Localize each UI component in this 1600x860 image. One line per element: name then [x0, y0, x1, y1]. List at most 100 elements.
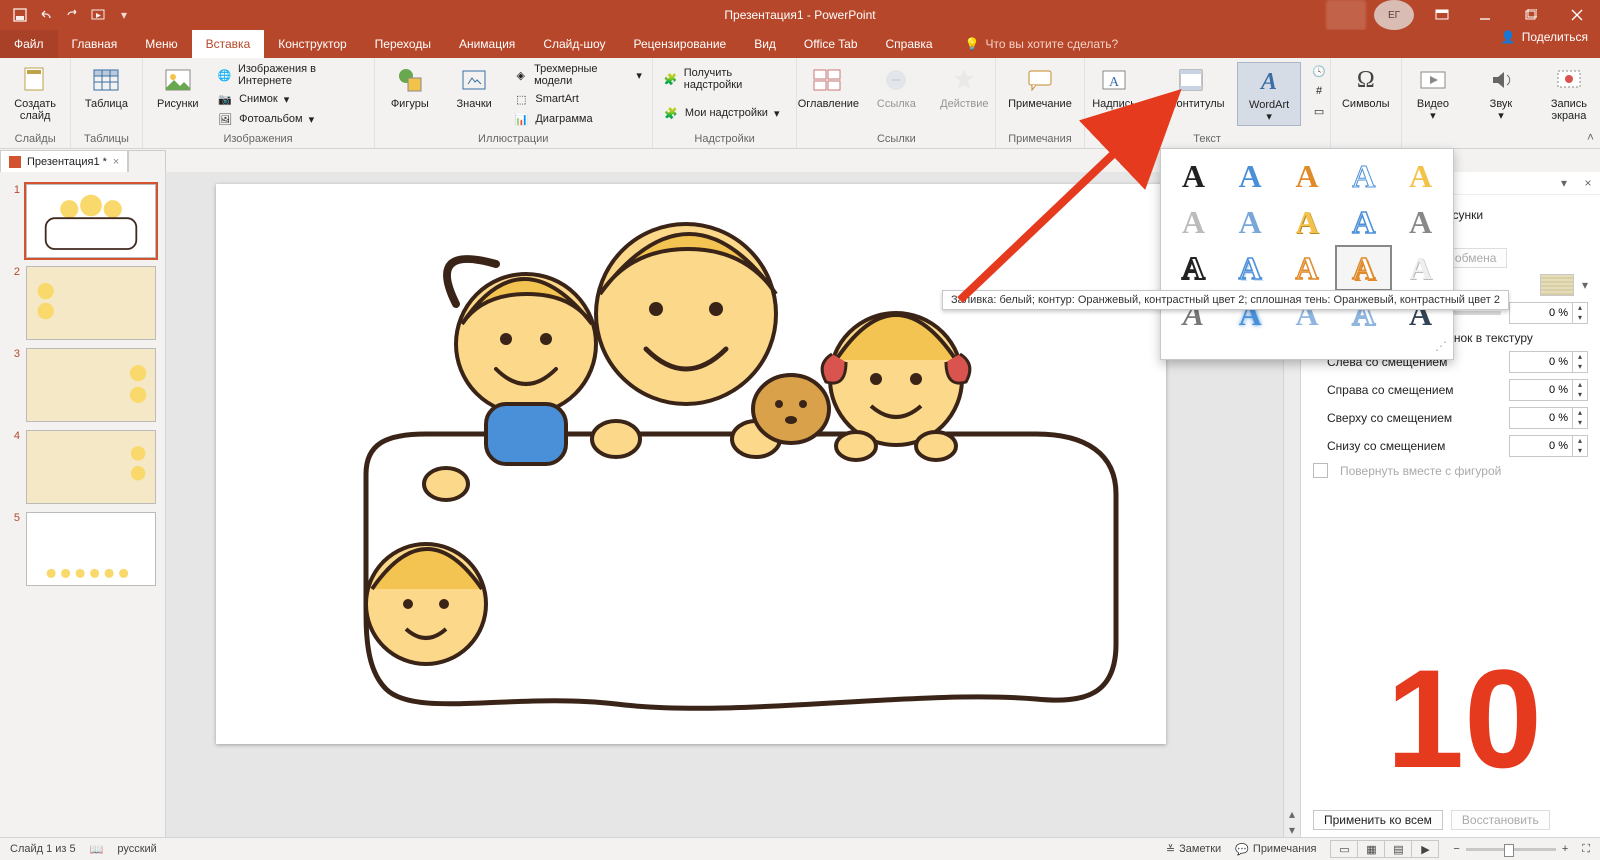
user-avatar[interactable]: ЕГ: [1374, 0, 1414, 30]
thumbnail-1[interactable]: 1: [0, 180, 165, 262]
wordart-style-14[interactable]: A: [1335, 245, 1392, 291]
tell-me[interactable]: 💡 Что вы хотите сделать?: [965, 30, 1119, 58]
thumbnail-4[interactable]: 4: [0, 426, 165, 508]
shapes-button[interactable]: Фигуры: [381, 62, 439, 112]
comments-button[interactable]: 💬 Примечания: [1235, 843, 1316, 856]
tab-insert[interactable]: Вставка: [192, 30, 265, 58]
redo-icon[interactable]: [64, 7, 80, 23]
new-document-tab[interactable]: [128, 150, 166, 173]
zoom-in-icon[interactable]: +: [1562, 843, 1568, 855]
wordart-style-5[interactable]: A: [1394, 155, 1447, 197]
chart-button[interactable]: 📊Диаграмма: [509, 110, 645, 128]
video-button[interactable]: Видео▾: [1402, 62, 1464, 124]
save-icon[interactable]: [12, 7, 28, 23]
date-time-button[interactable]: 🕓: [1307, 62, 1331, 80]
tab-slideshow[interactable]: Слайд-шоу: [529, 30, 619, 58]
wordart-style-10[interactable]: A: [1394, 201, 1447, 243]
screen-recording-button[interactable]: Запись экрана: [1538, 62, 1600, 124]
wordart-style-9[interactable]: A: [1337, 201, 1390, 243]
thumbnail-2[interactable]: 2: [0, 262, 165, 344]
transparency-value[interactable]: [1510, 307, 1572, 319]
document-tab[interactable]: Презентация1 * ×: [0, 150, 128, 173]
language-indicator[interactable]: русский: [117, 843, 156, 855]
close-document-tab[interactable]: ×: [113, 156, 119, 168]
minimize-button[interactable]: [1462, 0, 1508, 30]
slideshow-view-icon[interactable]: ▶: [1411, 841, 1438, 857]
share-button[interactable]: 👤 Поделиться: [1501, 30, 1588, 44]
texture-picker[interactable]: [1540, 274, 1574, 296]
transparency-spinner[interactable]: ▴▾: [1509, 302, 1588, 324]
thumbnail-3[interactable]: 3: [0, 344, 165, 426]
apply-to-all-button[interactable]: Применить ко всем: [1313, 810, 1443, 830]
comment-button[interactable]: Примечание: [1000, 62, 1080, 112]
tab-view[interactable]: Вид: [740, 30, 790, 58]
tab-animation[interactable]: Анимация: [445, 30, 529, 58]
account-name[interactable]: [1326, 0, 1366, 30]
reading-view-icon[interactable]: ▤: [1384, 841, 1411, 857]
tab-file[interactable]: Файл: [0, 30, 58, 58]
gallery-resize-handle[interactable]: ⋰: [1167, 335, 1447, 353]
pane-close-icon[interactable]: ×: [1576, 176, 1600, 190]
smartart-button[interactable]: ⬚SmartArt: [509, 90, 645, 108]
symbols-button[interactable]: Ω Символы: [1335, 62, 1397, 112]
wordart-style-4[interactable]: A: [1337, 155, 1390, 197]
slide-counter[interactable]: Слайд 1 из 5: [10, 843, 76, 855]
fit-to-window-icon[interactable]: ⛶: [1582, 843, 1590, 856]
wordart-style-15[interactable]: A: [1394, 247, 1447, 289]
screenshot-button[interactable]: 📷Снимок ▾: [213, 90, 368, 108]
object-button[interactable]: ▭: [1307, 102, 1331, 120]
wordart-style-3[interactable]: A: [1281, 155, 1334, 197]
normal-view-icon[interactable]: ▭: [1331, 841, 1357, 857]
offset-right-value[interactable]: [1510, 384, 1572, 396]
pictures-button[interactable]: Рисунки: [149, 62, 208, 112]
spellcheck-icon[interactable]: 📖: [90, 843, 104, 856]
qat-customize-icon[interactable]: ▾: [116, 7, 132, 23]
wordart-button[interactable]: A WordArt▾: [1237, 62, 1301, 126]
offset-left-value[interactable]: [1510, 356, 1572, 368]
sorter-view-icon[interactable]: ▦: [1357, 841, 1384, 857]
textbox-button[interactable]: A Надпись: [1083, 62, 1145, 112]
view-buttons[interactable]: ▭ ▦ ▤ ▶: [1330, 840, 1439, 858]
slide-editor[interactable]: ▴ ▾: [166, 172, 1300, 838]
offset-top-spinner[interactable]: ▴▾: [1509, 407, 1588, 429]
wordart-style-6[interactable]: A: [1167, 201, 1220, 243]
headerfooter-button[interactable]: Колонтитулы: [1151, 62, 1231, 112]
wordart-style-2[interactable]: A: [1224, 155, 1277, 197]
thumbnail-5[interactable]: 5: [0, 508, 165, 590]
tab-help[interactable]: Справка: [872, 30, 947, 58]
tab-home[interactable]: Главная: [58, 30, 132, 58]
photo-album-button[interactable]: 🖼Фотоальбом ▾: [213, 110, 368, 128]
wordart-style-13[interactable]: A: [1281, 247, 1334, 289]
wordart-gallery[interactable]: A A A A A A A A A A A A A A A A A A A A …: [1160, 148, 1454, 360]
wordart-style-8[interactable]: A: [1281, 201, 1334, 243]
link-button[interactable]: Ссылка: [865, 62, 927, 112]
online-images-button[interactable]: 🌐Изображения в Интернете: [213, 62, 368, 88]
wordart-style-1[interactable]: A: [1167, 155, 1220, 197]
tab-review[interactable]: Рецензирование: [620, 30, 741, 58]
offset-left-spinner[interactable]: ▴▾: [1509, 351, 1588, 373]
contents-button[interactable]: Оглавление: [797, 62, 859, 112]
offset-bottom-spinner[interactable]: ▴▾: [1509, 435, 1588, 457]
wordart-style-7[interactable]: A: [1224, 201, 1277, 243]
slide-number-button[interactable]: #: [1307, 82, 1331, 100]
start-from-beginning-icon[interactable]: [90, 7, 106, 23]
tab-officetab[interactable]: Office Tab: [790, 30, 872, 58]
tab-design[interactable]: Конструктор: [264, 30, 360, 58]
audio-button[interactable]: Звук▾: [1470, 62, 1532, 124]
ribbon-display-options-icon[interactable]: [1422, 0, 1462, 30]
offset-right-spinner[interactable]: ▴▾: [1509, 379, 1588, 401]
next-slide-button[interactable]: ▾: [1284, 822, 1300, 838]
get-addins-button[interactable]: 🧩Получить надстройки: [659, 66, 790, 92]
slide-canvas[interactable]: [216, 184, 1166, 744]
wordart-style-11[interactable]: A: [1167, 247, 1220, 289]
offset-bottom-value[interactable]: [1510, 440, 1572, 452]
new-slide-button[interactable]: Создать слайд: [4, 62, 66, 124]
3d-models-button[interactable]: ◈Трехмерные модели ▾: [509, 62, 645, 88]
zoom-out-icon[interactable]: −: [1453, 843, 1459, 855]
tab-transitions[interactable]: Переходы: [361, 30, 445, 58]
my-addins-button[interactable]: 🧩Мои надстройки ▾: [659, 104, 790, 122]
offset-top-value[interactable]: [1510, 412, 1572, 424]
action-button[interactable]: Действие: [933, 62, 995, 112]
table-button[interactable]: Таблица: [75, 62, 137, 112]
icons-button[interactable]: Значки: [445, 62, 503, 112]
